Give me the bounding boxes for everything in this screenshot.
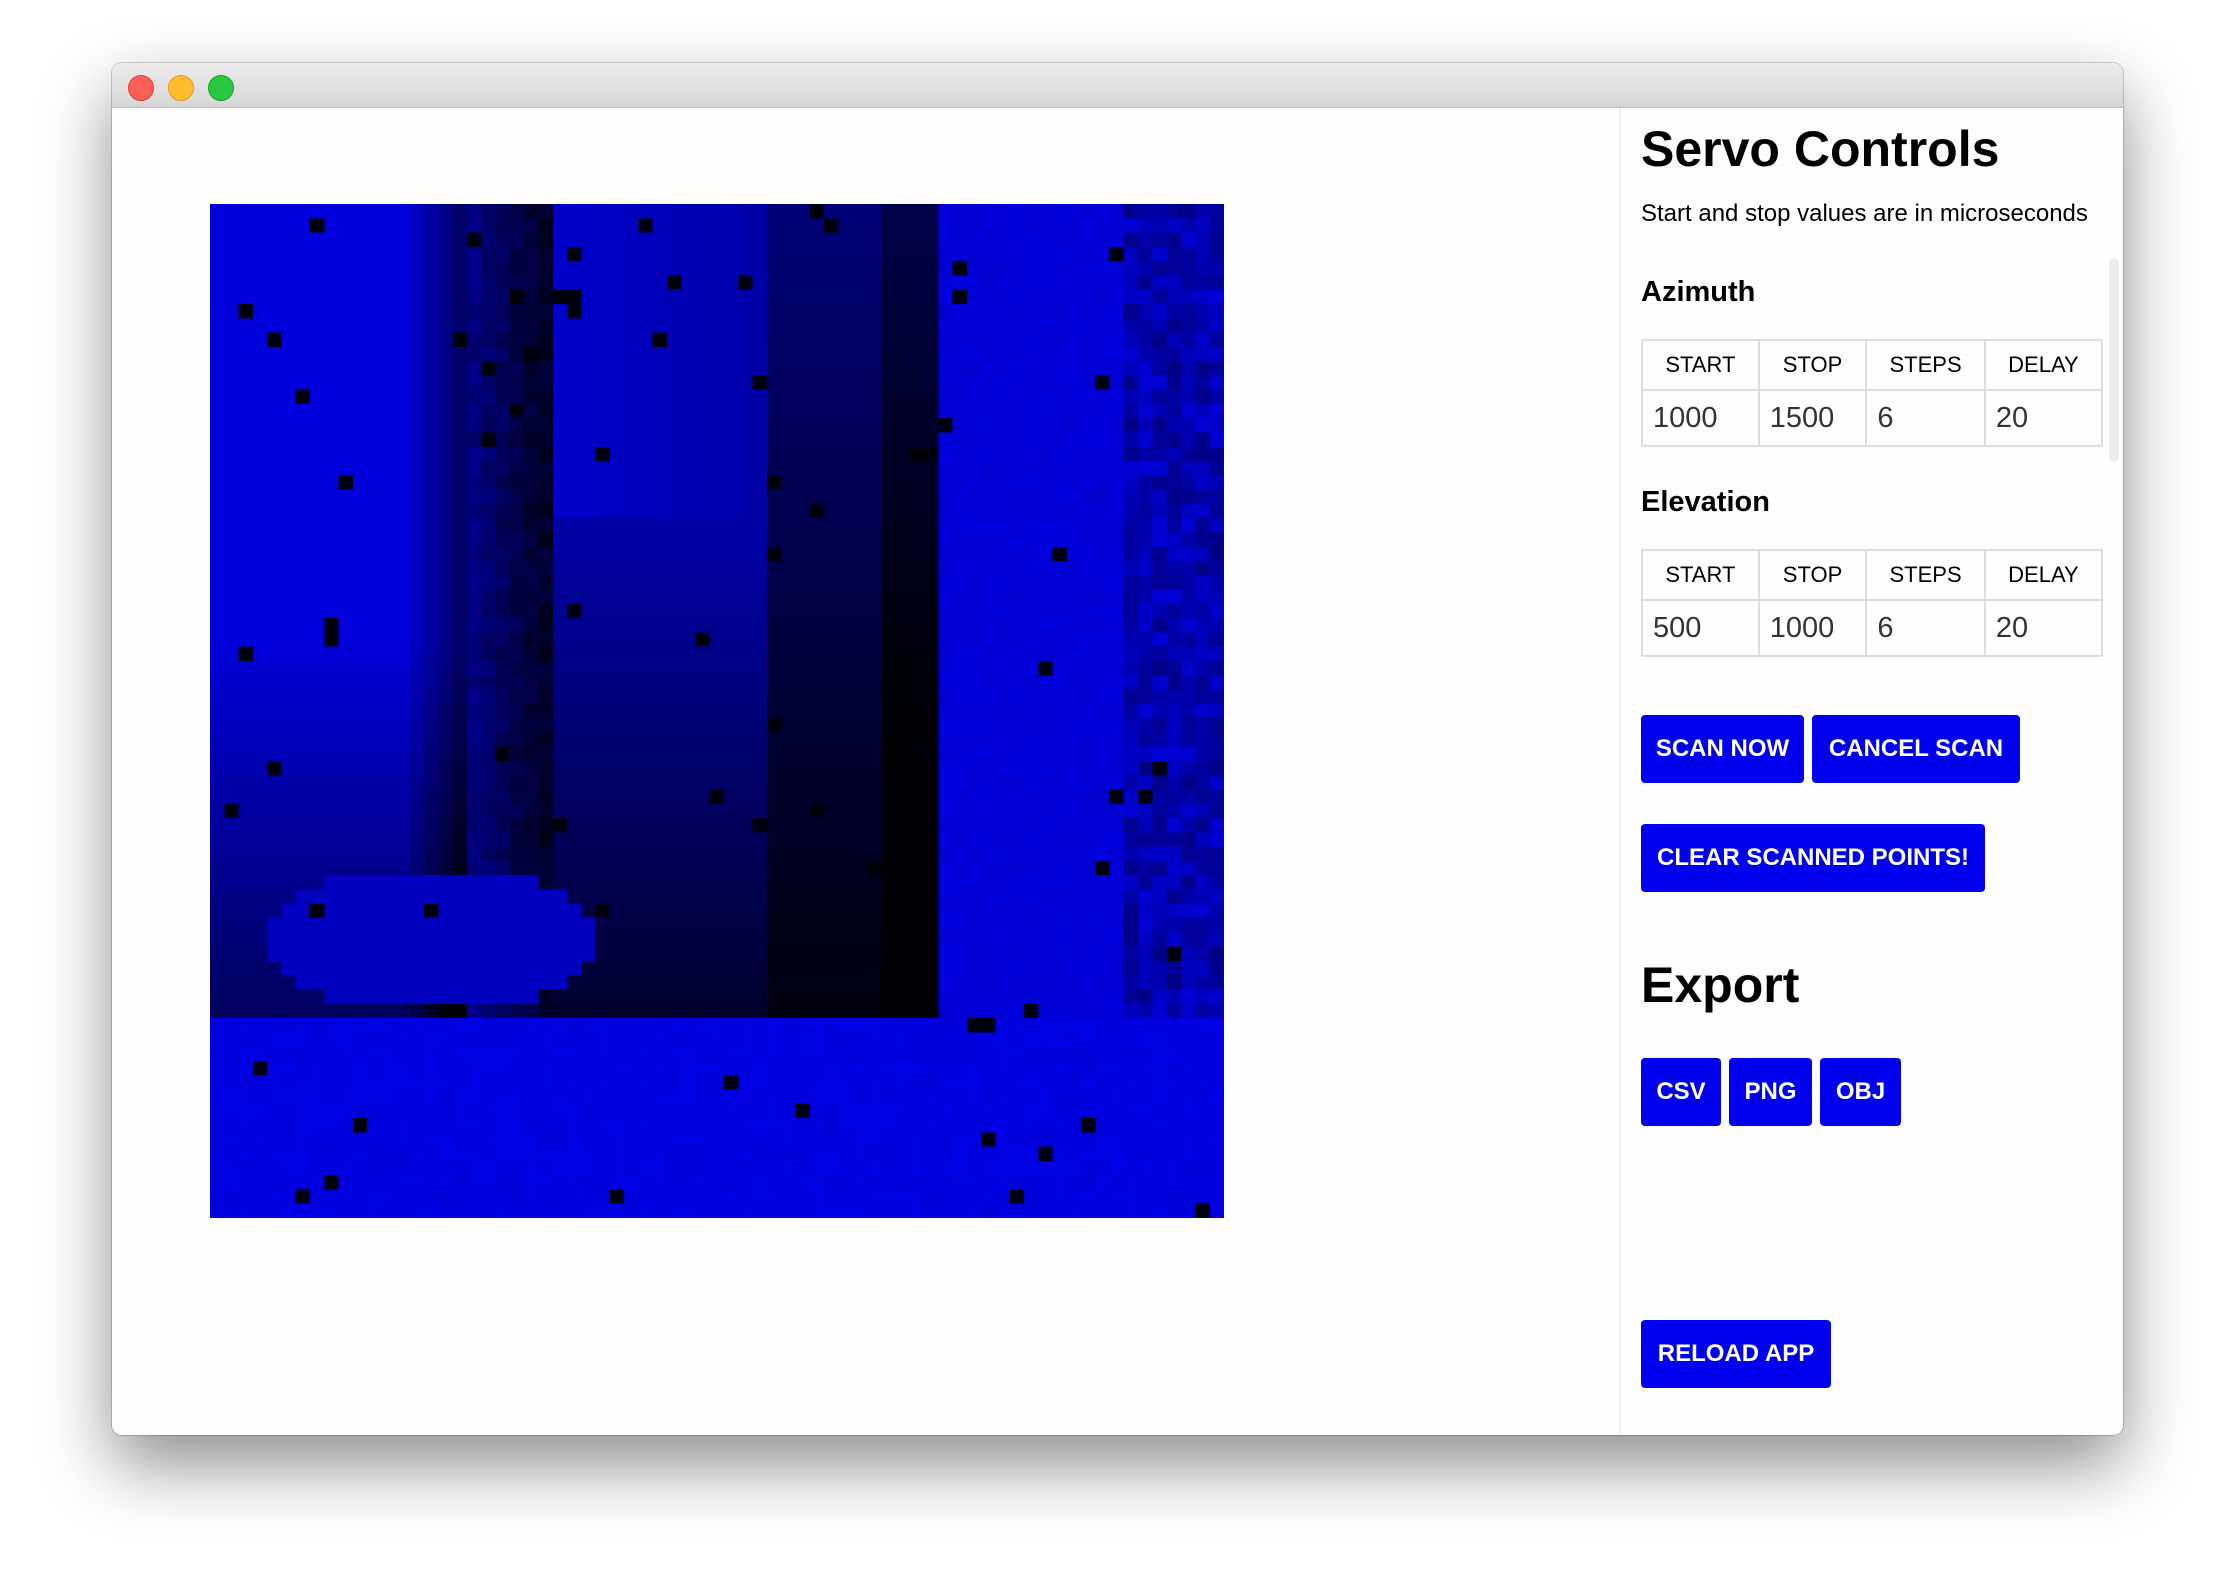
elevation-title: Elevation [1641,486,1770,518]
minimize-window-icon[interactable] [168,75,194,101]
azimuth-header-delay: DELAY [1983,339,2104,391]
azimuth-delay-cell [1983,389,2104,447]
azimuth-title: Azimuth [1641,276,1756,308]
elevation-start-input[interactable] [1643,601,1758,655]
azimuth-steps-cell [1865,389,1986,447]
azimuth-header-steps: STEPS [1865,339,1986,391]
export-title: Export [1641,957,1800,1013]
elevation-table: START STOP STEPS DELAY [1641,549,2104,657]
app-content: Servo Controls Start and stop values are… [112,108,2123,1435]
elevation-delay-input[interactable] [1985,601,2101,655]
app-window: Servo Controls Start and stop values are… [112,63,2123,1435]
export-obj-button[interactable]: OBJ [1820,1058,1901,1126]
zoom-window-icon[interactable] [208,75,234,101]
azimuth-start-input[interactable] [1643,391,1758,445]
elevation-steps-input[interactable] [1867,601,1984,655]
panel-scrollbar[interactable] [2109,258,2119,462]
elevation-header-stop: STOP [1757,549,1868,601]
elevation-header-steps: STEPS [1865,549,1986,601]
depth-scan-image [210,204,1224,1218]
azimuth-header-start: START [1641,339,1760,391]
elevation-value-row [1641,599,2104,657]
azimuth-value-row [1641,389,2104,447]
panel-subtitle: Start and stop values are in microsecond… [1641,200,2088,227]
clear-scanned-points-button[interactable]: CLEAR SCANNED POINTS! [1641,824,1985,892]
reload-app-button[interactable]: RELOAD APP [1641,1320,1831,1388]
elevation-header-row: START STOP STEPS DELAY [1641,549,2104,601]
azimuth-steps-input[interactable] [1867,391,1984,445]
title-bar[interactable] [112,63,2123,108]
azimuth-table: START STOP STEPS DELAY [1641,339,2104,447]
elevation-stop-input[interactable] [1759,601,1866,655]
azimuth-header-row: START STOP STEPS DELAY [1641,339,2104,391]
elevation-delay-cell [1983,599,2104,657]
cancel-scan-button[interactable]: CANCEL SCAN [1812,715,2020,783]
export-csv-button[interactable]: CSV [1641,1058,1721,1126]
close-window-icon[interactable] [128,75,154,101]
elevation-header-delay: DELAY [1983,549,2104,601]
azimuth-start-cell [1641,389,1760,447]
elevation-start-cell [1641,599,1760,657]
servo-controls-panel: Servo Controls Start and stop values are… [1619,108,2123,1435]
azimuth-stop-input[interactable] [1759,391,1866,445]
azimuth-header-stop: STOP [1757,339,1868,391]
azimuth-stop-cell [1757,389,1868,447]
scan-viewport [112,108,1619,1435]
elevation-steps-cell [1865,599,1986,657]
export-png-button[interactable]: PNG [1729,1058,1812,1126]
elevation-header-start: START [1641,549,1760,601]
panel-title: Servo Controls [1641,121,2000,177]
azimuth-delay-input[interactable] [1985,391,2101,445]
elevation-stop-cell [1757,599,1868,657]
scan-now-button[interactable]: SCAN NOW [1641,715,1804,783]
